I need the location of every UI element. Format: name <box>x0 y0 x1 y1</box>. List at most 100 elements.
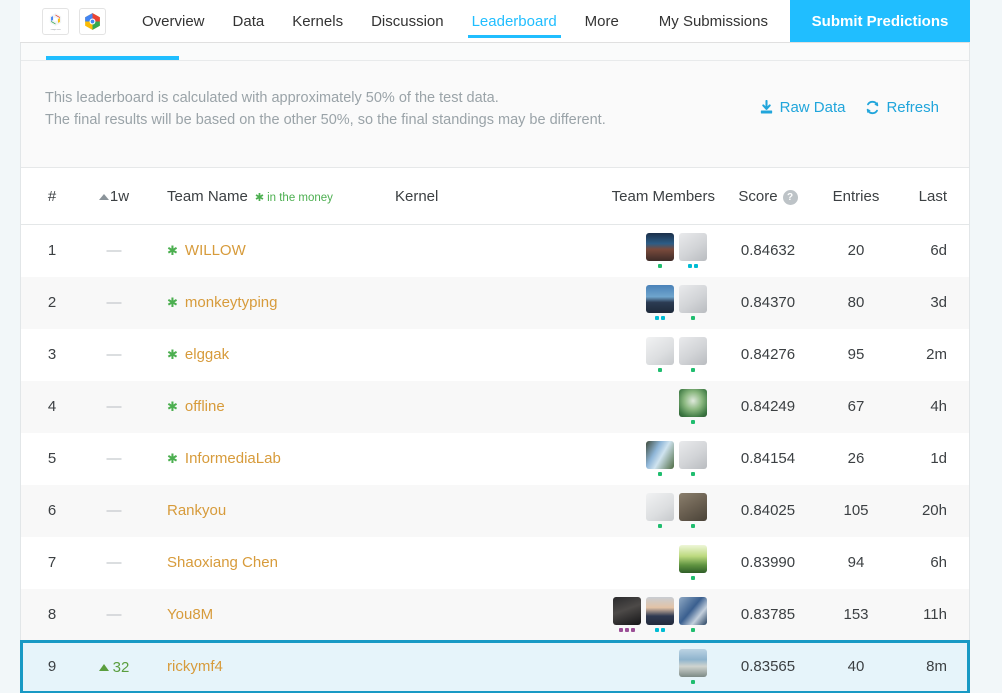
google-cloud-logo-muted-icon[interactable]: Google Cloud <box>42 7 69 35</box>
cell-rank: 7 <box>47 554 57 571</box>
rank-change-none: — <box>106 294 122 311</box>
team-member[interactable] <box>679 441 707 476</box>
cell-entries: 94 <box>847 554 865 571</box>
header-score[interactable]: Score? <box>723 168 813 225</box>
team-name-link[interactable]: Rankyou <box>167 502 226 519</box>
header-last[interactable]: Last <box>899 168 969 225</box>
avatar[interactable] <box>679 233 707 262</box>
in-the-money-label: in the money <box>267 191 333 204</box>
table-row[interactable]: 4 — ✱ offline 0.84249 67 4h <box>21 380 969 433</box>
team-member[interactable] <box>613 597 641 632</box>
header-kernel[interactable]: Kernel <box>395 168 563 225</box>
team-member[interactable] <box>679 545 707 580</box>
my-submissions-link[interactable]: My Submissions <box>637 0 790 42</box>
team-name-link[interactable]: InformediaLab <box>185 450 281 467</box>
avatar[interactable] <box>646 597 674 625</box>
rank-change-up: 32 <box>98 659 129 676</box>
avatar[interactable] <box>679 389 707 417</box>
rank-change-none: — <box>106 502 122 519</box>
table-row[interactable]: 1 — ✱ WILLOW 0.84632 20 6d <box>21 224 969 277</box>
leaderboard-table: # 1w Team Name ✱ in the money Kernel Tea… <box>20 168 970 693</box>
tab-data[interactable]: Data <box>219 0 279 42</box>
avatar[interactable] <box>646 441 674 469</box>
team-name-link[interactable]: WILLOW <box>185 242 246 259</box>
cell-team-members <box>563 485 723 537</box>
header-team-members-label: Team Members <box>611 188 715 205</box>
table-row[interactable]: 7 — Shaoxiang Chen 0.83990 94 6h <box>21 536 969 589</box>
team-name-link[interactable]: offline <box>185 398 225 415</box>
avatar[interactable] <box>679 337 707 365</box>
team-name-link[interactable]: You8M <box>167 606 213 623</box>
cell-last-submission: 6h <box>930 554 947 571</box>
tab-more[interactable]: More <box>571 0 633 42</box>
avatar[interactable] <box>679 441 707 469</box>
cell-entries: 80 <box>847 294 865 311</box>
avatar[interactable] <box>679 493 707 521</box>
score-help-icon[interactable]: ? <box>782 189 798 205</box>
team-member[interactable] <box>646 597 674 632</box>
header-rank[interactable]: # <box>21 168 83 225</box>
header-delta-1w[interactable]: 1w <box>83 168 145 225</box>
cell-team-name: You8M <box>145 589 395 641</box>
tab-leaderboard[interactable]: Leaderboard <box>458 0 571 42</box>
avatar[interactable] <box>679 545 707 573</box>
tab-overview-label: Overview <box>142 12 205 30</box>
table-header-row: # 1w Team Name ✱ in the money Kernel Tea… <box>21 168 969 225</box>
cell-entries: 20 <box>847 242 865 260</box>
avatar[interactable] <box>646 233 674 262</box>
avatar[interactable] <box>646 493 674 521</box>
table-row[interactable]: 9 32 rickymf4 0.83565 40 8m <box>20 639 970 693</box>
cell-rank-change: — <box>83 537 145 589</box>
cell-rank-change: — <box>83 277 145 329</box>
team-member[interactable] <box>679 337 707 372</box>
avatar[interactable] <box>613 597 641 625</box>
header-entries[interactable]: Entries <box>813 168 899 225</box>
cell-last-submission: 2m <box>926 346 947 363</box>
team-member[interactable] <box>646 233 674 269</box>
team-member[interactable] <box>646 441 674 476</box>
table-row[interactable]: 5 — ✱ InformediaLab 0.84154 26 1d <box>21 432 969 485</box>
team-name-link[interactable]: Shaoxiang Chen <box>167 554 278 571</box>
cell-kernel <box>395 381 563 433</box>
table-row[interactable]: 8 — You8M 0.83785 153 11h <box>21 588 969 641</box>
team-member[interactable] <box>646 285 674 320</box>
header-team-name[interactable]: Team Name ✱ in the money <box>145 168 395 225</box>
cell-score: 0.84370 <box>740 294 796 311</box>
tab-kernels[interactable]: Kernels <box>278 0 357 42</box>
team-member[interactable] <box>679 285 707 320</box>
header-team-members: Team Members <box>563 168 723 225</box>
team-name-link[interactable]: rickymf4 <box>167 658 223 675</box>
submit-predictions-button[interactable]: Submit Predictions <box>790 0 970 42</box>
google-cloud-logo-icon[interactable] <box>79 7 106 35</box>
cell-score: 0.83990 <box>740 554 796 571</box>
cell-team-members <box>563 433 723 485</box>
table-row[interactable]: 3 — ✱ elggak 0.84276 95 2m <box>21 328 969 381</box>
header-team-name-label: Team Name <box>167 188 248 205</box>
avatar[interactable] <box>646 337 674 365</box>
team-name-link[interactable]: elggak <box>185 346 229 363</box>
refresh-button[interactable]: Refresh <box>865 99 939 116</box>
team-member[interactable] <box>679 493 707 528</box>
tab-discussion[interactable]: Discussion <box>357 0 458 42</box>
table-row[interactable]: 6 — Rankyou 0.84025 105 20h <box>21 484 969 537</box>
avatar[interactable] <box>679 649 707 677</box>
team-member[interactable] <box>679 233 707 269</box>
cell-rank-change: 32 <box>83 641 145 693</box>
avatar[interactable] <box>679 285 707 313</box>
cell-rank-change: — <box>83 381 145 433</box>
avatar[interactable] <box>679 597 707 625</box>
avatar[interactable] <box>646 285 674 313</box>
tab-overview[interactable]: Overview <box>128 0 219 42</box>
team-name-link[interactable]: monkeytyping <box>185 294 278 311</box>
team-member[interactable] <box>646 493 674 528</box>
team-member[interactable] <box>679 597 707 632</box>
team-member[interactable] <box>646 337 674 372</box>
team-member[interactable] <box>679 389 707 424</box>
table-row[interactable]: 2 — ✱ monkeytyping 0.84370 80 3d <box>21 276 969 329</box>
team-member[interactable] <box>679 649 707 684</box>
cell-last-submission: 20h <box>921 502 947 519</box>
cell-kernel <box>395 485 563 537</box>
cell-rank-change: — <box>83 485 145 537</box>
tab-data-label: Data <box>232 12 265 30</box>
raw-data-button[interactable]: Raw Data <box>759 99 845 116</box>
